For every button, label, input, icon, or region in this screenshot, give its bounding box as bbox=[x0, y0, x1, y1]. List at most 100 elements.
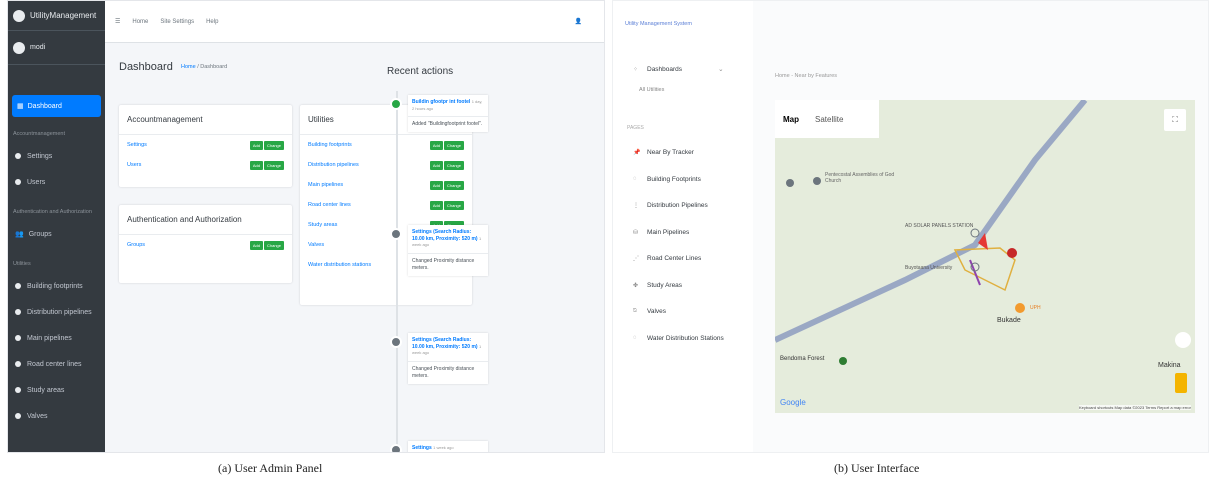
ui-sidebar: Utility Management System ‹ ⁘Dashboards⌄… bbox=[613, 1, 758, 452]
logo-icon bbox=[13, 9, 25, 22]
add-button[interactable]: Add bbox=[429, 180, 443, 190]
route-outline bbox=[953, 247, 1016, 292]
add-button[interactable]: Add bbox=[249, 140, 263, 150]
admin-row-util[interactable]: Building footprints Add Change bbox=[300, 135, 472, 155]
user-icon[interactable]: 👤 bbox=[575, 18, 582, 25]
map-canvas bbox=[775, 100, 1191, 393]
ui-sidebar-item[interactable]: ⛁ Main Pipelines bbox=[633, 228, 737, 237]
pegman-icon bbox=[1175, 373, 1187, 393]
map-button[interactable]: Map bbox=[775, 115, 807, 124]
place-pin bbox=[786, 179, 794, 187]
circle-icon bbox=[15, 413, 21, 419]
satellite-button[interactable]: Satellite bbox=[807, 115, 851, 124]
menu-icon[interactable]: ☰ bbox=[115, 18, 120, 25]
add-button[interactable]: Add bbox=[249, 240, 263, 250]
section-utilities: Utilities bbox=[13, 261, 31, 267]
sidebar-item-building[interactable]: Building footprints bbox=[8, 273, 105, 299]
admin-row-util[interactable]: Distribution pipelines Add Change bbox=[300, 155, 472, 175]
chevron-down-icon: ⌄ bbox=[718, 66, 724, 73]
change-button[interactable]: Change bbox=[263, 140, 284, 150]
circle-icon bbox=[15, 153, 21, 159]
nav-site-settings[interactable]: Site Settings bbox=[160, 19, 194, 25]
nav-help[interactable]: Help bbox=[206, 19, 218, 25]
add-button[interactable]: Add bbox=[429, 200, 443, 210]
place-label: UPH bbox=[1030, 305, 1041, 311]
change-button[interactable]: Change bbox=[263, 240, 284, 250]
sidebar-item-settings[interactable]: Settings bbox=[8, 143, 105, 169]
ui-main: Home - Near by Features Map Satellite ⛶ … bbox=[753, 1, 1208, 452]
sidebar-item-valves[interactable]: Valves bbox=[8, 403, 105, 429]
caption-b: (b) User Interface bbox=[834, 461, 920, 475]
item-icon: ⋰ bbox=[633, 256, 639, 263]
admin-topbar: ☰ Home Site Settings Help 👤 bbox=[105, 1, 604, 43]
ui-sidebar-item[interactable]: ✤ Study Areas bbox=[633, 281, 737, 290]
change-button[interactable]: Change bbox=[443, 140, 464, 150]
sidebar-item-dashboard[interactable]: ▦ Dashboard bbox=[12, 95, 101, 117]
sidebar-item-distribution[interactable]: Distribution pipelines bbox=[8, 299, 105, 325]
admin-row-util[interactable]: Main pipelines Add Change bbox=[300, 175, 472, 195]
ui-sidebar-item[interactable]: ⍉ Valves bbox=[633, 307, 737, 316]
nav-home[interactable]: Home bbox=[132, 19, 148, 25]
timeline-card: Settings (Search Radius: 10.00 km, Proxi… bbox=[408, 333, 488, 384]
sidebar-item-road[interactable]: Road center lines bbox=[8, 351, 105, 377]
circle-icon bbox=[15, 387, 21, 393]
users-icon: 👥 bbox=[15, 231, 24, 238]
admin-sidebar: UtilityManagement modi ▦ Dashboard Accoun… bbox=[8, 1, 105, 452]
sidebar-item-groups[interactable]: 👥 Groups bbox=[8, 221, 105, 247]
change-button[interactable]: Change bbox=[443, 180, 464, 190]
admin-row-account[interactable]: Users Add Change bbox=[119, 155, 292, 175]
item-icon: ⛁ bbox=[633, 229, 639, 236]
sidebar-item-main[interactable]: Main pipelines bbox=[8, 325, 105, 351]
change-button[interactable]: Change bbox=[263, 160, 284, 170]
timeline-icon bbox=[390, 228, 402, 240]
place-label: AD SOLAR PANELS STATION bbox=[905, 223, 974, 229]
place-pin bbox=[813, 177, 821, 185]
section-account: Accountmanagement bbox=[13, 131, 65, 137]
ui-sidebar-item[interactable]: ◌ Water Distribution Stations bbox=[633, 334, 737, 343]
marker-dark bbox=[1007, 248, 1017, 258]
admin-panel: UtilityManagement modi ▦ Dashboard Accoun… bbox=[7, 0, 605, 453]
auth-card: Authentication and Authorization Groups A… bbox=[119, 205, 292, 283]
admin-row-auth[interactable]: Groups Add Change bbox=[119, 235, 292, 255]
place-label: Makina bbox=[1158, 362, 1181, 369]
timeline-icon bbox=[390, 336, 402, 348]
admin-row-account[interactable]: Settings Add Change bbox=[119, 135, 292, 155]
map-footer: Keyboard shortcuts Map data ©2023 Terms … bbox=[1078, 405, 1191, 410]
account-card: Accountmanagement Settings Add Change Users… bbox=[119, 105, 292, 187]
place-label: Bukade bbox=[997, 317, 1021, 324]
ui-sidebar-item[interactable]: ⋰ Road Center Lines bbox=[633, 254, 737, 263]
sidebar-item-dashboards[interactable]: ⁘ Dashboards ⌄ bbox=[633, 65, 724, 74]
sidebar-item-all-utilities[interactable]: All Utilities bbox=[639, 87, 664, 93]
ui-breadcrumb: Home - Near by Features bbox=[775, 73, 838, 79]
marker-orange bbox=[1015, 303, 1025, 313]
timeline-icon bbox=[390, 98, 402, 110]
add-button[interactable]: Add bbox=[429, 140, 443, 150]
ui-sidebar-item[interactable]: ◌ Building Footprints bbox=[633, 175, 737, 184]
ui-sidebar-item[interactable]: 📌 Near By Tracker bbox=[633, 148, 737, 157]
dashboard-icon: ▦ bbox=[17, 103, 24, 110]
breadcrumb: Home / Dashboard bbox=[181, 64, 228, 70]
add-button[interactable]: Add bbox=[429, 160, 443, 170]
circle-icon bbox=[15, 361, 21, 367]
admin-row-util[interactable]: Road center lines Add Change bbox=[300, 195, 472, 215]
place-pin bbox=[839, 357, 847, 365]
section-auth: Authentication and Authorization bbox=[13, 209, 92, 215]
ui-sidebar-item[interactable]: ⋮ Distribution Pipelines bbox=[633, 201, 737, 210]
place-label: Bendoma Forest bbox=[780, 356, 825, 362]
map[interactable]: Map Satellite ⛶ Pentecostal Assemblies o… bbox=[775, 100, 1195, 413]
change-button[interactable]: Change bbox=[443, 160, 464, 170]
admin-brand[interactable]: UtilityManagement bbox=[8, 1, 105, 31]
fullscreen-button[interactable]: ⛶ bbox=[1164, 109, 1186, 131]
admin-user[interactable]: modi bbox=[8, 31, 105, 65]
breadcrumb-home[interactable]: Home bbox=[181, 64, 196, 70]
sidebar-item-users[interactable]: Users bbox=[8, 169, 105, 195]
item-icon: ◌ bbox=[633, 334, 637, 341]
sidebar-item-study[interactable]: Study areas bbox=[8, 377, 105, 403]
place-label: Buyotaana University bbox=[905, 265, 953, 271]
ui-brand[interactable]: Utility Management System bbox=[625, 21, 692, 27]
map-type-toggle[interactable]: Map Satellite bbox=[775, 100, 879, 138]
user-interface-panel: Utility Management System ‹ ⁘Dashboards⌄… bbox=[612, 0, 1209, 453]
circle-icon bbox=[15, 309, 21, 315]
change-button[interactable]: Change bbox=[443, 200, 464, 210]
add-button[interactable]: Add bbox=[249, 160, 263, 170]
